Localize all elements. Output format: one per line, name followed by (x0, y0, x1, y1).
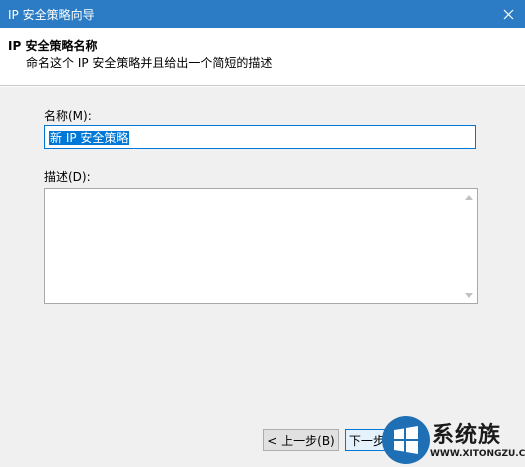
name-label: 名称(M): (44, 109, 92, 123)
scroll-up-icon[interactable] (461, 189, 477, 205)
page-subtitle: 命名这个 IP 安全策略并且给出一个简短的描述 (26, 56, 273, 70)
close-button[interactable] (491, 0, 525, 28)
name-field[interactable]: 新 IP 安全策略 (44, 125, 476, 149)
name-field-value: 新 IP 安全策略 (49, 131, 130, 145)
close-icon (503, 9, 513, 19)
watermark-text: 系统族 (432, 423, 502, 448)
description-label: 描述(D): (44, 170, 91, 184)
back-button[interactable]: < 上一步(B) (263, 429, 339, 451)
description-field[interactable] (44, 188, 478, 304)
title-bar: IP 安全策略向导 (0, 0, 525, 28)
wizard-header: IP 安全策略名称 命名这个 IP 安全策略并且给出一个简短的描述 (0, 28, 525, 84)
scroll-down-icon[interactable] (461, 287, 477, 303)
window-title: IP 安全策略向导 (8, 8, 95, 22)
page-heading: IP 安全策略名称 (8, 39, 98, 53)
description-scrollbar[interactable] (461, 189, 477, 303)
watermark-url: WWW.XITONGZU.COM (430, 449, 525, 459)
